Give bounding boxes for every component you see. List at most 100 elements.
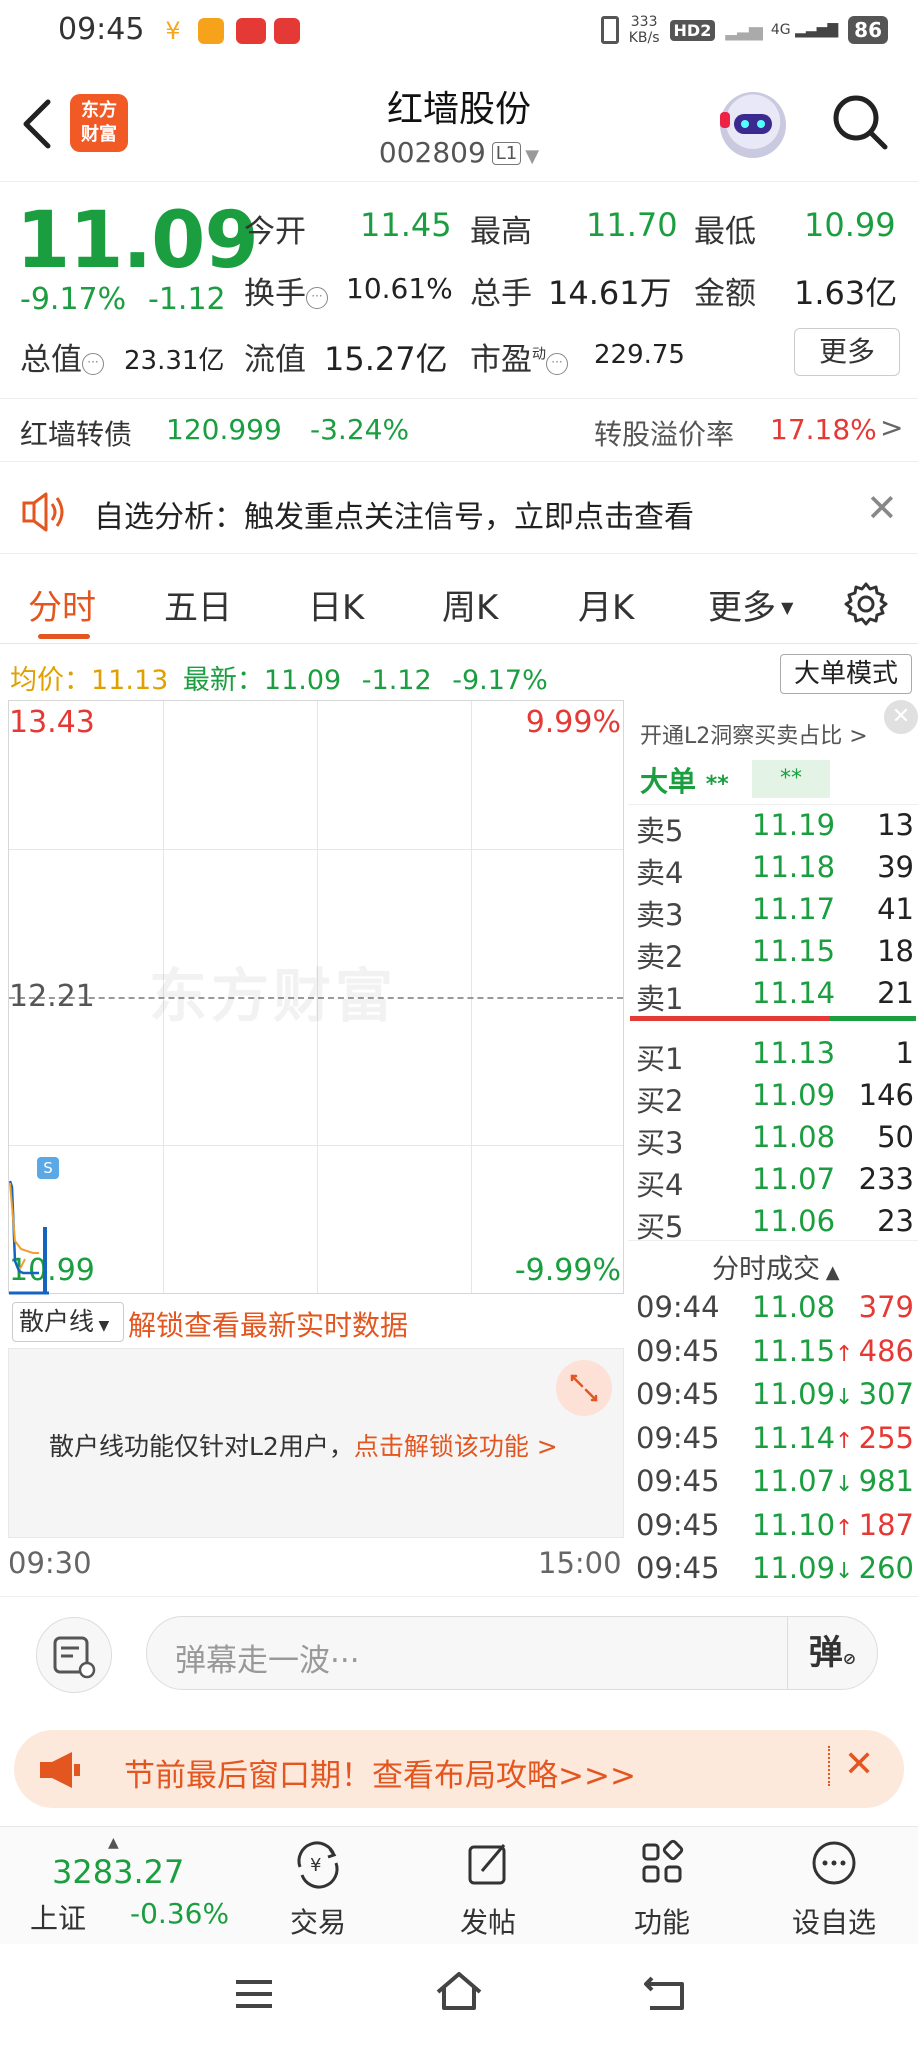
orderbook-row[interactable]: 卖2 11.15 18 [632,934,914,974]
tick-volume: 486 [858,1333,914,1368]
big-order-label: 大单 ** [640,765,729,798]
chart-tabs: 分时 五日 日K 周K 月K 更多 ▼ [0,566,918,644]
bond-pct: -3.24% [310,413,410,446]
tick-price: 11.09↓ [752,1377,854,1411]
nav-functions[interactable]: 功能 [602,1837,722,1941]
index-pct: -0.36% [130,1897,230,1930]
redbook-app-icon [274,18,300,44]
tab-intraday[interactable]: 分时 [28,580,96,629]
ai-robot-avatar[interactable] [720,92,786,158]
orderbook-row[interactable]: 买5 11.06 23 [632,1204,914,1244]
grid-icon [642,1839,684,1883]
level-label: 卖3 [636,898,684,932]
sell-signal-marker[interactable]: S [37,1157,59,1179]
info-icon: ··· [306,287,328,309]
orderbook-row[interactable]: 卖3 11.17 41 [632,892,914,932]
info-icon: ··· [82,353,104,375]
search-icon[interactable] [830,92,890,152]
index-name: 上证 [30,1902,87,1935]
tick-volume: 981 [858,1464,914,1498]
level-volume: 146 [858,1078,914,1112]
orderbook-row[interactable]: 卖1 11.14 21 [632,976,914,1016]
level-price: 11.14 [752,976,836,1010]
orderbook-row[interactable]: 卖4 11.18 39 [632,850,914,890]
tab-five-day[interactable]: 五日 [164,580,232,629]
back-nav-icon[interactable] [642,1972,686,2014]
tick-price: 11.09↓ [752,1551,854,1585]
index-quote[interactable]: ▲ 3283.27 上证 -0.36% [24,1835,234,1939]
retail-desc: 散户线功能仅针对L2用户， [49,1432,354,1461]
danmu-toggle-button[interactable]: 弹⊘ [787,1617,877,1689]
promo-divider [828,1746,830,1786]
expand-icon[interactable] [556,1360,612,1416]
tick-volume: 255 [858,1420,914,1455]
tick-price: 11.07↓ [752,1464,854,1498]
intraday-chart[interactable]: 东方财富 13.43 9.99% 12.21 10.99 -9.99% S [8,700,624,1295]
bottom-nav: ▲ 3283.27 上证 -0.36% ¥ 交易 发帖 功能 设自选 [0,1826,918,1944]
level-volume: 1 [895,1036,914,1070]
level-price: 11.07 [752,1162,836,1196]
nav-trade[interactable]: ¥ 交易 [258,1837,378,1941]
edit-icon [468,1844,506,1885]
ask-list: 卖5 11.19 13 卖4 11.18 39 卖3 11.17 41 卖2 11.15 18 卖1 11… [628,808,918,1018]
volume-label: 总手 [470,276,532,312]
bond-price: 120.999 [166,413,282,446]
hd-badge: HD2 [669,19,716,41]
nav-post[interactable]: 发帖 [428,1837,548,1941]
stock-header: 东方 财富 红墙股份 002809 L1 ▼ [0,62,918,182]
more-stats-button[interactable]: 更多 [794,328,900,376]
unlock-link[interactable]: 点击解锁该功能 > [354,1432,558,1461]
comment-list-icon[interactable] [36,1617,112,1693]
big-order-mode-button[interactable]: 大单模式 [780,654,912,694]
turnover-value: 10.61% [346,272,453,305]
level-volume: 23 [877,1204,914,1238]
orderbook-row[interactable]: 买2 11.09 146 [632,1078,914,1118]
tab-weekly-k[interactable]: 周K [442,580,498,629]
svg-text:¥: ¥ [310,1855,321,1876]
tick-price: 11.14↑ [752,1420,854,1455]
retail-line-select[interactable]: 散户线 ▼ [12,1302,124,1342]
level-price: 11.08 [752,1120,836,1154]
info-icon: ··· [546,353,568,375]
promo-banner[interactable]: 节前最后窗口期！查看布局攻略>>> ✕ [14,1730,904,1808]
promo-text: 节前最后窗口期！查看布局攻略>>> [124,1758,636,1794]
market-cap-label[interactable]: 总值 ··· [20,334,104,379]
big-order-masked: ** [752,760,830,798]
l2-promo-link[interactable]: 开通L2洞察买卖占比 > [640,718,868,750]
close-icon[interactable]: ✕ [866,486,898,530]
tab-more[interactable]: 更多 ▼ [708,580,793,629]
status-time: 09:45 [58,12,145,47]
orderbook-row[interactable]: 买1 11.13 1 [632,1036,914,1076]
level-label: 买1 [636,1042,684,1076]
chart-start-time: 09:30 [8,1546,92,1580]
pe-label[interactable]: 市盈动 ··· [470,334,568,379]
tab-daily-k[interactable]: 日K [308,580,364,629]
level-volume: 39 [877,850,914,884]
ticks-header[interactable]: 分时成交 ▲ [628,1240,918,1285]
float-cap-label: 流值 [244,342,306,378]
close-icon[interactable]: ✕ [884,700,918,734]
turnover-label[interactable]: 换手 ··· [244,268,328,313]
nav-add-watchlist[interactable]: 设自选 [774,1837,894,1941]
status-right: 333 KB/s HD2 ▂▃▅ 4G ▂▃▅▇ 86 [600,14,888,46]
tab-monthly-k[interactable]: 月K [578,580,634,629]
market-cap-value: 23.31亿 [124,346,225,376]
level-price: 11.15 [752,934,836,968]
convertible-bond-row[interactable]: 红墙转债 120.999 -3.24% 转股溢价率 17.18% > [0,398,918,462]
orderbook-row[interactable]: 卖5 11.19 13 [632,808,914,848]
tick-price: 11.15↑ [752,1333,854,1368]
tick-volume: 307 [858,1377,914,1411]
home-icon[interactable] [434,1970,484,2014]
gear-icon[interactable] [842,580,890,628]
level-volume: 18 [877,934,914,968]
menu-icon[interactable] [232,1974,276,2014]
tick-volume: 379 [858,1290,914,1324]
float-cap-value: 15.27亿 [324,340,448,378]
orderbook-row[interactable]: 买4 11.07 233 [632,1162,914,1202]
notice-banner[interactable]: 自选分析：触发重点关注信号，立即点击查看 ✕ [0,470,918,554]
battery-icon: 86 [848,16,888,44]
video-app-icon [198,18,224,44]
orderbook-row[interactable]: 买3 11.08 50 [632,1120,914,1160]
close-icon[interactable]: ✕ [844,1744,874,1785]
danmu-input[interactable]: 弹幕走一波··· 弹⊘ [146,1616,878,1690]
